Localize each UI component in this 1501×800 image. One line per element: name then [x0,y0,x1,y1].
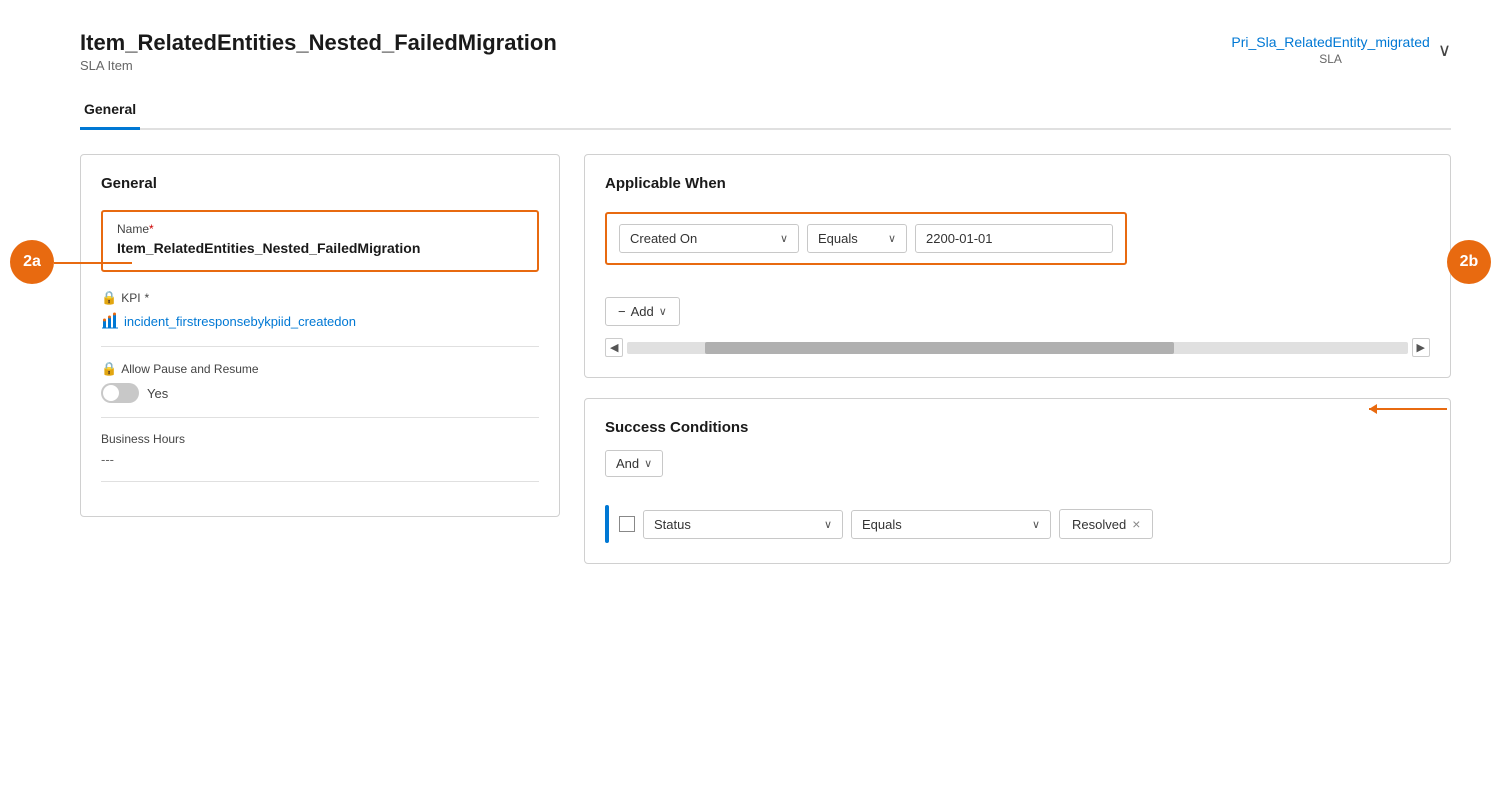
condition-row-container: Created On ∨ Equals ∨ [605,212,1430,281]
sla-label: SLA [1231,52,1429,66]
arrow-2a-line [54,262,132,264]
kpi-link-text: incident_firstresponsebykpiid_createdon [124,314,356,329]
page-subtitle: SLA Item [80,58,557,73]
page-title: Item_RelatedEntities_Nested_FailedMigrat… [80,30,557,56]
kpi-required: * [145,291,150,305]
sla-link[interactable]: Pri_Sla_RelatedEntity_migrated [1231,34,1429,50]
add-button-label: Add [631,304,654,319]
divider-1 [101,346,539,347]
toggle-knob [103,385,119,401]
success-value-close-icon[interactable]: × [1132,516,1140,532]
toggle-wrapper: Yes [101,383,539,403]
success-value-button[interactable]: Resolved × [1059,509,1153,539]
success-conditions-card: Success Conditions And ∨ Status [584,398,1451,564]
left-panel: General Name* Item_RelatedEntities_Neste… [80,154,560,564]
success-field-value: Status [654,517,691,532]
condition-field-select[interactable]: Created On ∨ [619,224,799,253]
success-operator-value: Equals [862,517,902,532]
divider-2 [101,417,539,418]
success-field-chevron-icon: ∨ [824,518,832,531]
success-row-indicator [605,505,609,543]
page-header: Item_RelatedEntities_Nested_FailedMigrat… [80,30,1451,73]
scroll-left-button[interactable]: ◀ [605,338,623,357]
sla-link-block: Pri_Sla_RelatedEntity_migrated SLA ∨ [1231,34,1451,66]
scrollbar-track[interactable] [627,342,1407,354]
success-row: Status ∨ Equals ∨ Resolved × [619,509,1153,539]
toggle-text: Yes [147,386,168,401]
applicable-when-title: Applicable When [605,175,1430,192]
tabs-bar: General [80,93,1451,130]
condition-field-value: Created On [630,231,697,246]
name-field-value: Item_RelatedEntities_Nested_FailedMigrat… [117,240,523,256]
pause-toggle[interactable] [101,383,139,403]
kpi-section: 🔒 KPI* [101,290,539,330]
success-operator-chevron-icon: ∨ [1032,518,1040,531]
condition-row-wrapper: Created On ∨ Equals ∨ [605,212,1127,265]
kpi-link[interactable]: incident_firstresponsebykpiid_createdon [101,312,539,330]
condition-operator-chevron-icon: ∨ [888,232,896,245]
success-value-text: Resolved [1072,517,1126,532]
page-wrapper: 2a 2b Item_RelatedEntities_Nested_Failed… [0,0,1501,800]
condition-value-input[interactable] [915,224,1113,253]
arrow-2b-line [1369,408,1447,410]
scroll-right-button[interactable]: ▶ [1412,338,1430,357]
add-button-chevron-icon: ∨ [659,305,667,318]
kpi-chart-icon [101,312,119,330]
annotation-2a: 2a [10,240,54,284]
condition-operator-value: Equals [818,231,858,246]
pause-label: 🔒 Allow Pause and Resume [101,361,539,377]
and-button-label: And [616,456,639,471]
annotation-2b: 2b [1447,240,1491,284]
general-card-title: General [101,175,539,192]
condition-field-chevron-icon: ∨ [780,232,788,245]
right-panel: Applicable When Created On ∨ Equals [584,154,1451,564]
add-button-container: − Add ∨ [605,297,1430,326]
general-card: General Name* Item_RelatedEntities_Neste… [80,154,560,517]
name-field-wrapper: Name* Item_RelatedEntities_Nested_Failed… [101,210,539,272]
pause-lock-icon: 🔒 [101,361,117,377]
sla-link-container: Pri_Sla_RelatedEntity_migrated SLA [1231,34,1429,66]
page-title-block: Item_RelatedEntities_Nested_FailedMigrat… [80,30,557,73]
kpi-label: 🔒 KPI* [101,290,539,306]
scrollbar-container: ◀ ▶ [605,338,1430,357]
main-content: General Name* Item_RelatedEntities_Neste… [80,154,1451,564]
divider-3 [101,481,539,482]
add-button[interactable]: − Add ∨ [605,297,680,326]
and-button-container: And ∨ [605,450,1430,491]
success-field-select[interactable]: Status ∨ [643,510,843,539]
lock-icon: 🔒 [101,290,117,306]
minus-icon: − [618,304,626,319]
tab-general[interactable]: General [80,93,140,130]
and-chevron-icon: ∨ [644,457,652,470]
biz-hours-section: Business Hours --- [101,432,539,467]
success-row-checkbox[interactable] [619,516,635,532]
and-button[interactable]: And ∨ [605,450,663,477]
pause-section: 🔒 Allow Pause and Resume Yes [101,361,539,403]
condition-operator-select[interactable]: Equals ∨ [807,224,907,253]
name-field-label: Name* [117,222,523,236]
applicable-when-card: Applicable When Created On ∨ Equals [584,154,1451,378]
success-row-container: Status ∨ Equals ∨ Resolved × [605,505,1430,543]
biz-hours-value: --- [101,452,539,467]
scrollbar-thumb [705,342,1173,354]
success-conditions-title: Success Conditions [605,419,1430,436]
biz-hours-label: Business Hours [101,432,539,446]
success-operator-select[interactable]: Equals ∨ [851,510,1051,539]
sla-chevron-icon[interactable]: ∨ [1438,40,1451,61]
